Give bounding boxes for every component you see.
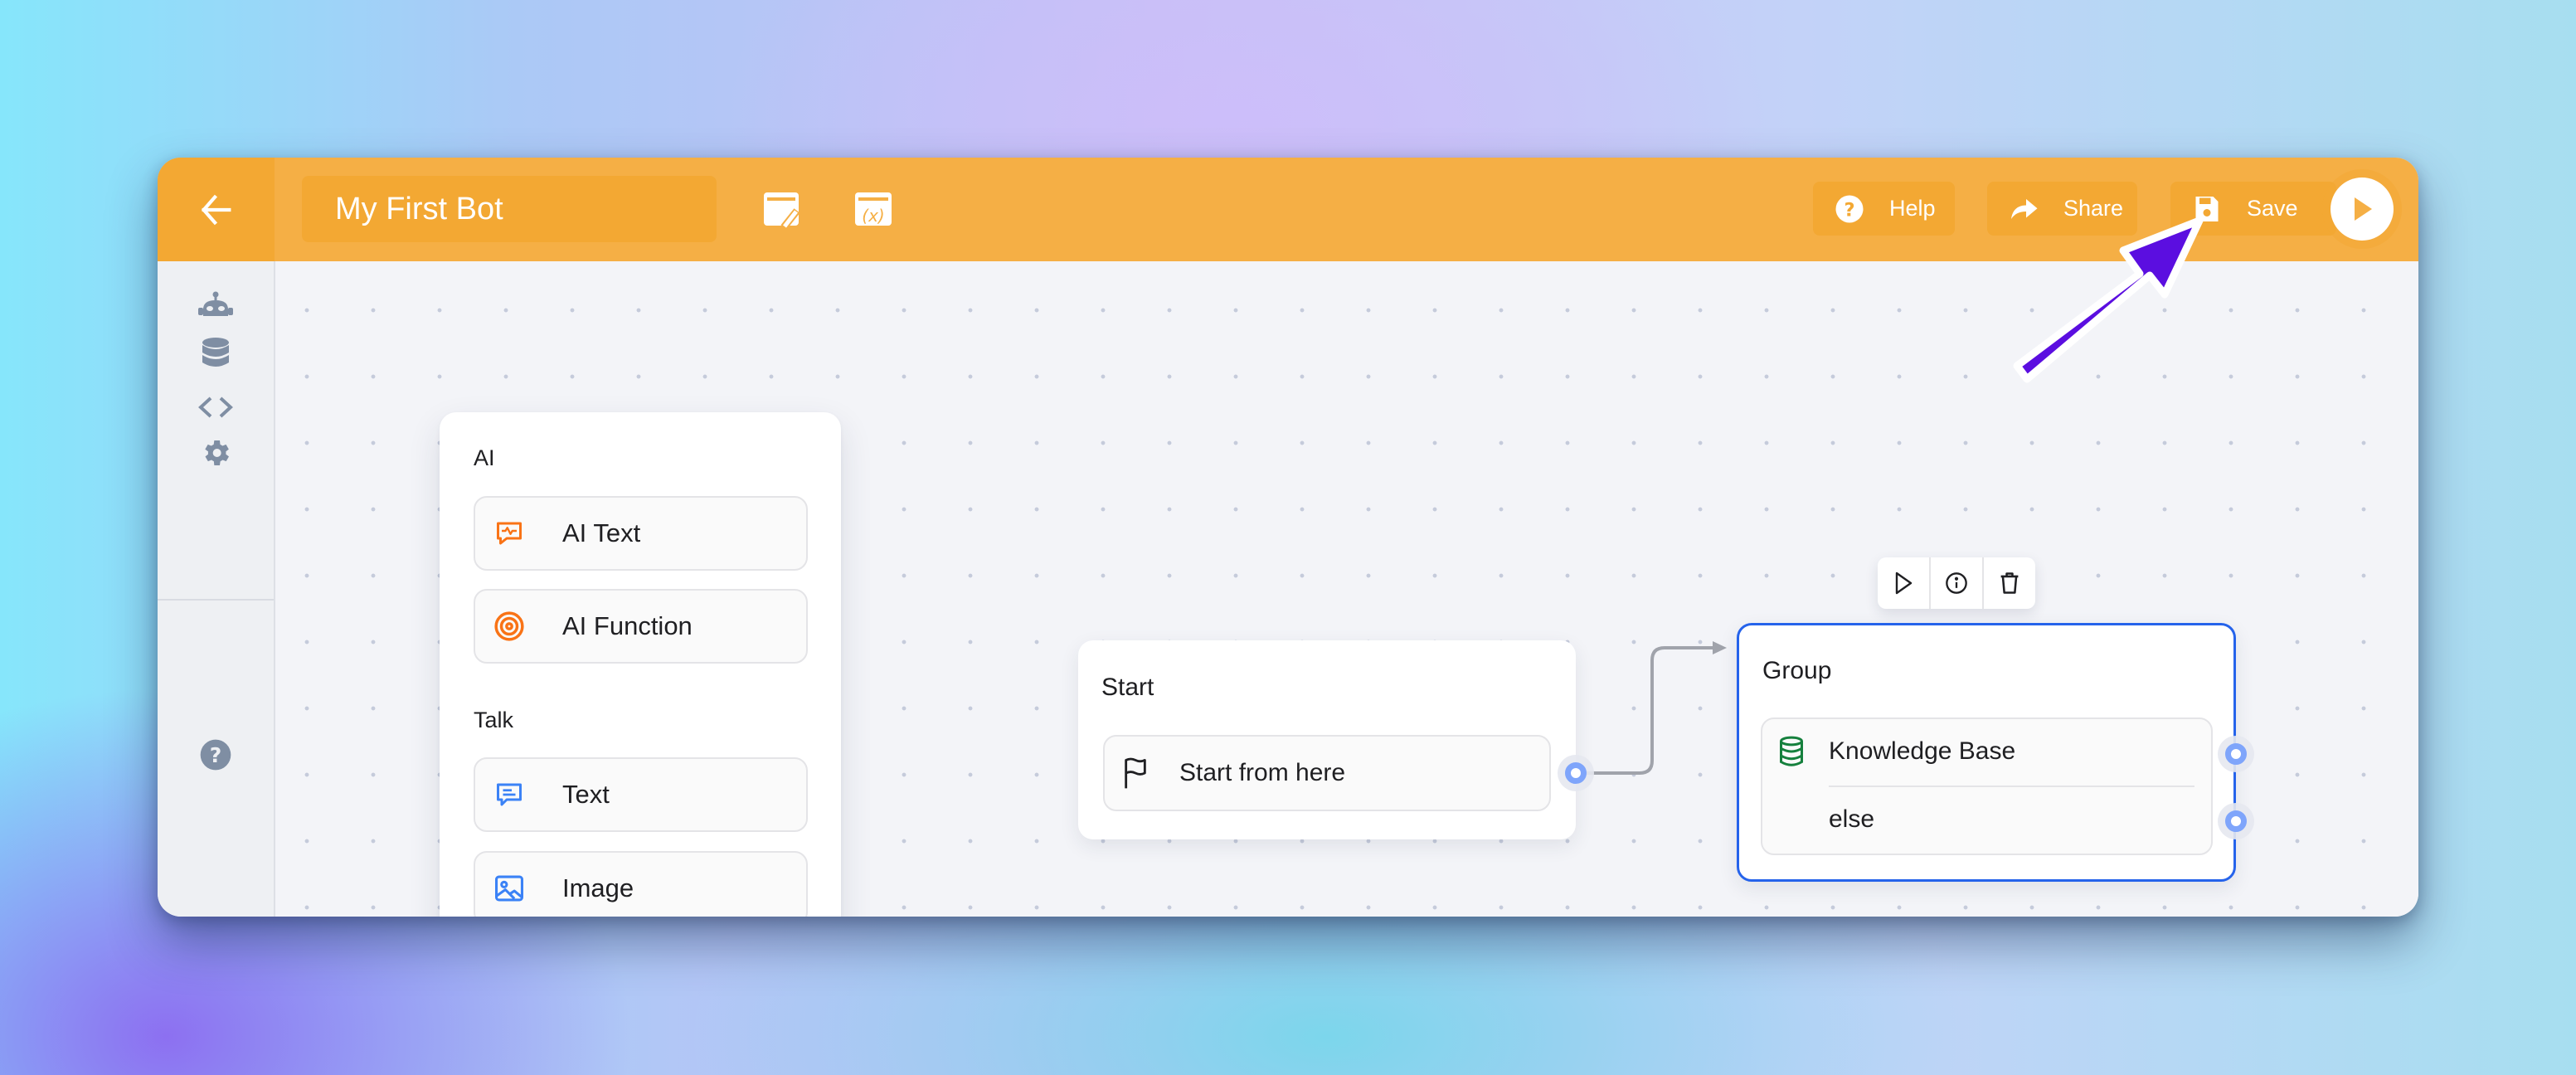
- palette-item-ai-function[interactable]: AI Function: [474, 589, 808, 664]
- share-arrow-icon: [2009, 194, 2039, 224]
- knowledge-base-block[interactable]: Knowledge Base else: [1761, 717, 2213, 855]
- back-button[interactable]: [158, 158, 275, 261]
- connector-arrowhead: [1713, 641, 1727, 654]
- group-node-toolbar: [1878, 557, 2035, 609]
- group-node[interactable]: Group Knowledge Base else: [1737, 623, 2247, 882]
- palette-item-ai-text[interactable]: AI Text: [474, 496, 808, 571]
- share-label: Share: [2063, 196, 2124, 221]
- else-label: else: [1829, 805, 1875, 833]
- question-circle-icon: ?: [200, 739, 231, 771]
- run-bot-button[interactable]: [2331, 178, 2394, 241]
- start-node-title: Start: [1101, 674, 1154, 701]
- gear-icon: [205, 440, 229, 465]
- bot-name-input[interactable]: My First Bot: [302, 176, 717, 242]
- help-label: Help: [1889, 196, 1936, 221]
- svg-text:?: ?: [1844, 199, 1854, 221]
- sidebar-item-help[interactable]: ?: [158, 722, 274, 788]
- question-circle-icon: ?: [1835, 194, 1864, 224]
- flag-icon: [1125, 757, 1146, 789]
- knowledge-base-output-handle[interactable]: [2225, 743, 2247, 765]
- top-header: My First Bot (x) ? Help Share Save: [158, 158, 2418, 261]
- palette-item-label: AI Text: [562, 518, 641, 547]
- else-output-handle[interactable]: [2225, 810, 2247, 832]
- left-sidebar: ?: [158, 261, 275, 917]
- share-button[interactable]: Share: [1987, 182, 2137, 236]
- info-icon: [1946, 572, 1967, 594]
- play-icon: [1895, 572, 1913, 595]
- flow-canvas[interactable]: AI AI Text AI Function Talk Text Image S…: [275, 261, 2418, 917]
- floppy-disk-icon: [2192, 194, 2222, 224]
- palette-item-image[interactable]: Image: [474, 851, 808, 917]
- save-button[interactable]: Save: [2170, 182, 2336, 236]
- start-node[interactable]: Start Start from here: [1078, 640, 1587, 839]
- group-node-title: Group: [1762, 657, 1832, 684]
- palette-item-text[interactable]: Text: [474, 757, 808, 832]
- app-window: My First Bot (x) ? Help Share Save ? AI …: [158, 158, 2418, 917]
- sidebar-divider: [158, 599, 274, 601]
- palette-item-label: AI Function: [562, 611, 693, 640]
- svg-text:?: ?: [210, 743, 222, 767]
- sidebar-item-settings[interactable]: [158, 420, 274, 486]
- edit-page-button[interactable]: [762, 189, 804, 231]
- robot-icon: [198, 291, 233, 316]
- help-button[interactable]: ? Help: [1813, 182, 1955, 236]
- code-icon: [198, 396, 233, 418]
- target-icon: [493, 610, 525, 642]
- group-info-button[interactable]: [1931, 557, 1984, 609]
- palette-heading-talk: Talk: [474, 708, 514, 732]
- svg-text:(x): (x): [862, 206, 884, 226]
- message-icon: [493, 779, 525, 810]
- edit-page-icon: [764, 192, 800, 230]
- database-icon: [1780, 736, 1803, 766]
- delete-group-button[interactable]: [1984, 557, 2035, 609]
- start-output-handle[interactable]: [1565, 762, 1587, 784]
- variables-icon: (x): [855, 192, 892, 226]
- run-group-button[interactable]: [1878, 557, 1931, 609]
- block-palette: AI AI Text AI Function Talk Text Image: [440, 412, 841, 917]
- play-icon: [2355, 197, 2372, 221]
- arrow-left-icon: [201, 194, 231, 225]
- ai-text-icon: [493, 518, 525, 549]
- knowledge-base-label: Knowledge Base: [1829, 737, 2016, 765]
- database-icon: [202, 338, 229, 367]
- palette-heading-ai: AI: [474, 445, 495, 470]
- start-block[interactable]: Start from here: [1103, 735, 1551, 811]
- start-block-label: Start from here: [1179, 759, 1346, 786]
- image-icon: [493, 873, 525, 904]
- palette-item-label: Text: [562, 780, 610, 809]
- trash-icon: [2000, 572, 2019, 594]
- palette-item-label: Image: [562, 873, 634, 902]
- bot-name-text: My First Bot: [335, 191, 503, 226]
- block-divider: [1829, 786, 2194, 787]
- variables-button[interactable]: (x): [853, 189, 895, 231]
- save-label: Save: [2247, 196, 2298, 221]
